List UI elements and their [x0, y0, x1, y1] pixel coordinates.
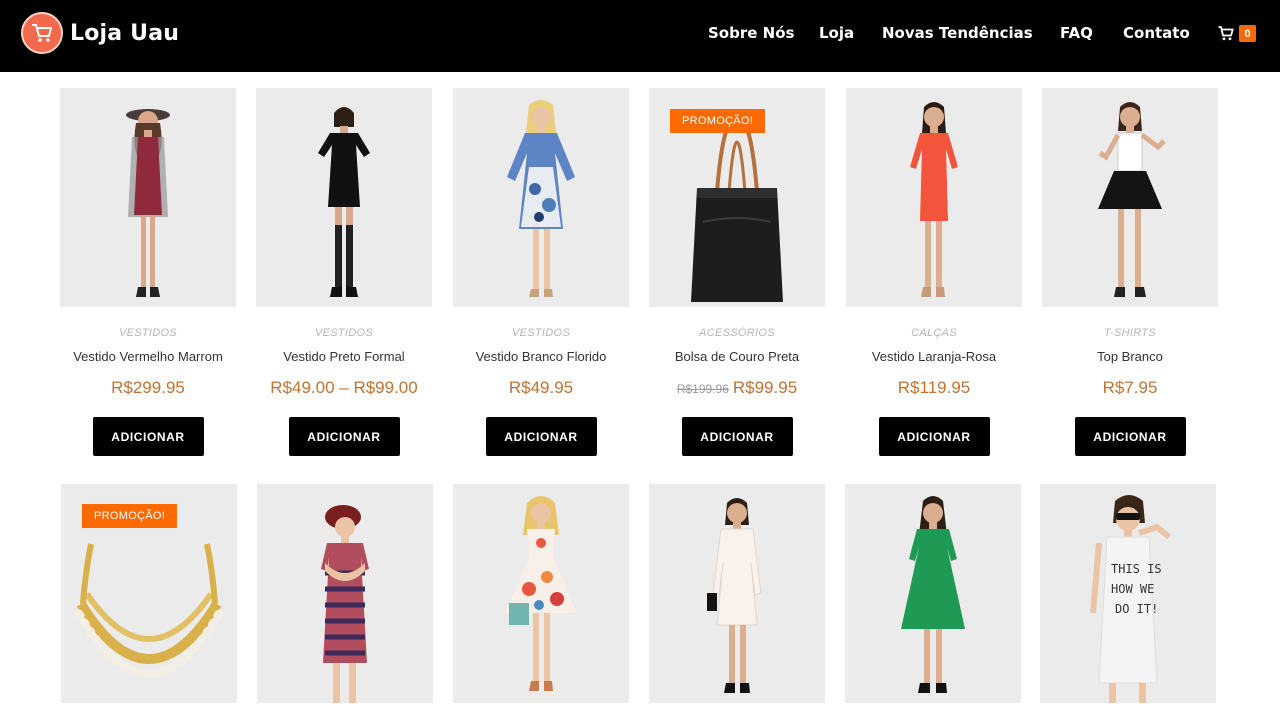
product-title[interactable]: Top Branco	[1042, 349, 1218, 364]
product-title[interactable]: Vestido Vermelho Marrom	[60, 349, 236, 364]
product-image[interactable]	[453, 484, 629, 703]
product-image[interactable]	[257, 484, 433, 703]
add-to-cart-button[interactable]: ADICIONAR	[288, 417, 400, 456]
add-to-cart-button[interactable]: ADICIONAR	[1074, 417, 1186, 456]
product-category: VESTIDOS	[314, 327, 374, 339]
price-value: R$7.95	[1102, 378, 1158, 397]
site-header: Loja Uau Sobre Nós Loja Novas Tendências…	[0, 0, 1280, 72]
add-to-cart-button[interactable]: ADICIONAR	[485, 417, 597, 456]
add-to-cart-button[interactable]: ADICIONAR	[681, 417, 793, 456]
product-card: VESTIDOS Vestido Branco Florido R$49.95 …	[453, 88, 629, 456]
svg-text:HOW WE: HOW WE	[1111, 582, 1154, 596]
product-title[interactable]: Bolsa de Couro Preta	[649, 349, 825, 364]
sale-badge: PROMOÇÃO!	[670, 109, 766, 133]
cart-button[interactable]: 0	[1218, 25, 1256, 42]
product-card: T-SHIRTS Top Branco R$7.95 ADICIONAR	[1042, 88, 1218, 456]
product-image[interactable]	[846, 88, 1022, 307]
add-to-cart-button[interactable]: ADICIONAR	[92, 417, 204, 456]
product-price: R$299.95	[60, 378, 236, 398]
old-price: R$199.96	[676, 382, 729, 396]
nav-item-novas-tendencias[interactable]: Novas Tendências	[882, 24, 1033, 42]
product-image[interactable]: PROMOÇÃO!	[649, 88, 825, 307]
product-card	[257, 484, 433, 703]
price-value: R$49.00 – R$99.00	[270, 378, 418, 397]
product-card: PROMOÇÃO! ACESSÓRIOS Bolsa de Couro Pret…	[649, 88, 825, 456]
product-image[interactable]: THIS IS HOW WE DO IT!	[1040, 484, 1216, 703]
product-image[interactable]: PROMOÇÃO!	[61, 484, 237, 703]
product-card: PROMOÇÃO!	[61, 484, 237, 703]
product-category: ACESSÓRIOS	[699, 327, 775, 339]
product-card	[453, 484, 629, 703]
product-category: T-SHIRTS	[1104, 327, 1156, 339]
sale-badge: PROMOÇÃO!	[82, 504, 178, 528]
product-card: CALÇAS Vestido Laranja-Rosa R$119.95 ADI…	[846, 88, 1022, 456]
product-card: THIS IS HOW WE DO IT!	[1040, 484, 1216, 703]
product-category: CALÇAS	[911, 327, 957, 339]
product-image[interactable]	[453, 88, 629, 307]
product-price: R$119.95	[846, 378, 1022, 398]
product-card	[649, 484, 825, 703]
price-value: R$299.95	[111, 378, 185, 397]
product-image[interactable]	[845, 484, 1021, 703]
price-value: R$49.95	[508, 378, 574, 397]
product-image[interactable]	[60, 88, 236, 307]
main-nav: Sobre Nós Loja Novas Tendências FAQ Cont…	[0, 0, 1280, 72]
nav-item-contato[interactable]: Contato	[1123, 24, 1190, 42]
product-title[interactable]: Vestido Preto Formal	[256, 349, 432, 364]
product-card: VESTIDOS Vestido Preto Formal R$49.00 – …	[256, 88, 432, 456]
product-card: VESTIDOS Vestido Vermelho Marrom R$299.9…	[60, 88, 236, 456]
product-price: R$199.96 R$99.95	[649, 378, 825, 398]
cart-icon	[1218, 26, 1234, 41]
nav-item-sobre-nos[interactable]: Sobre Nós	[708, 24, 794, 42]
svg-text:DO IT!: DO IT!	[1115, 602, 1158, 616]
product-price: R$49.95	[453, 378, 629, 398]
nav-item-loja[interactable]: Loja	[819, 24, 854, 42]
product-image[interactable]	[1042, 88, 1218, 307]
product-image[interactable]	[649, 484, 825, 703]
product-image[interactable]	[256, 88, 432, 307]
shirt-graphic-text: THIS IS	[1111, 562, 1162, 576]
product-price: R$49.00 – R$99.00	[256, 378, 432, 398]
add-to-cart-button[interactable]: ADICIONAR	[878, 417, 990, 456]
product-card	[845, 484, 1021, 703]
cart-count-badge: 0	[1239, 25, 1256, 42]
product-title[interactable]: Vestido Branco Florido	[453, 349, 629, 364]
nav-item-faq[interactable]: FAQ	[1060, 24, 1093, 42]
product-category: VESTIDOS	[118, 327, 178, 339]
price-value: R$119.95	[897, 378, 971, 397]
product-title[interactable]: Vestido Laranja-Rosa	[846, 349, 1022, 364]
product-category: VESTIDOS	[511, 327, 571, 339]
price-value: R$99.95	[732, 378, 798, 397]
product-price: R$7.95	[1042, 378, 1218, 398]
